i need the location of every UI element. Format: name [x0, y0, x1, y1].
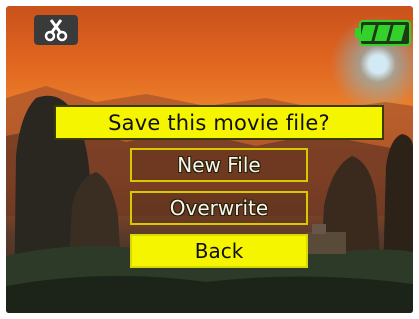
camera-screen: Save this movie file? New File Overwrite…	[6, 6, 413, 313]
new-file-label: New File	[177, 153, 261, 177]
battery-full-icon	[355, 20, 411, 46]
back-label: Back	[194, 239, 244, 263]
dialog-title: Save this movie file?	[54, 105, 384, 140]
dialog-title-text: Save this movie file?	[108, 110, 330, 135]
back-option[interactable]: Back	[130, 234, 308, 268]
overwrite-label: Overwrite	[169, 196, 269, 220]
new-file-option[interactable]: New File	[130, 148, 308, 182]
overwrite-option[interactable]: Overwrite	[130, 191, 308, 225]
scissors-icon	[34, 15, 78, 45]
